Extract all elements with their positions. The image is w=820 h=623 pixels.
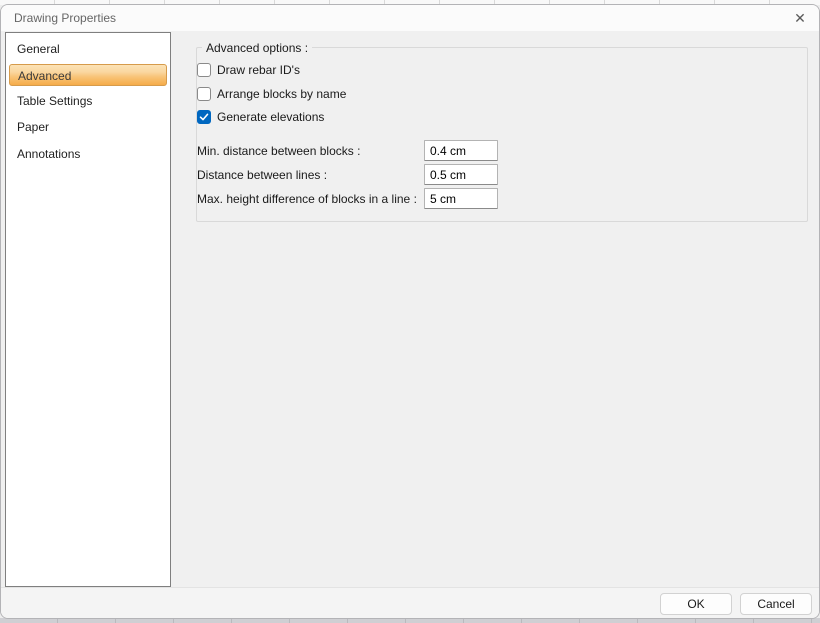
checkbox-label: Generate elevations bbox=[217, 110, 324, 124]
checkbox-label: Draw rebar ID's bbox=[217, 63, 300, 77]
title-bar: Drawing Properties ✕ bbox=[1, 5, 819, 31]
sidebar-item-table-settings[interactable]: Table Settings bbox=[6, 88, 170, 115]
dialog-title: Drawing Properties bbox=[14, 11, 116, 25]
max-height-diff-label: Max. height difference of blocks in a li… bbox=[197, 191, 417, 207]
sidebar: General Advanced Table Settings Paper An… bbox=[5, 32, 171, 587]
line-distance-input[interactable] bbox=[424, 164, 498, 185]
max-height-diff-input[interactable] bbox=[424, 188, 498, 209]
min-distance-input[interactable] bbox=[424, 140, 498, 161]
checkbox-row-draw-rebar-ids[interactable]: Draw rebar ID's bbox=[197, 62, 300, 78]
drawing-properties-dialog: Drawing Properties ✕ General Advanced Ta… bbox=[0, 4, 820, 619]
checkbox-label: Arrange blocks by name bbox=[217, 87, 346, 101]
checkmark-icon bbox=[199, 112, 209, 122]
group-title: Advanced options : bbox=[202, 40, 312, 56]
sidebar-item-annotations[interactable]: Annotations bbox=[6, 141, 170, 168]
sidebar-item-advanced[interactable]: Advanced bbox=[9, 64, 167, 86]
checkbox-row-arrange-blocks[interactable]: Arrange blocks by name bbox=[197, 86, 346, 102]
cancel-button[interactable]: Cancel bbox=[740, 593, 812, 615]
min-distance-label: Min. distance between blocks : bbox=[197, 143, 360, 159]
close-icon[interactable]: ✕ bbox=[788, 7, 812, 29]
checkbox-draw-rebar-ids[interactable] bbox=[197, 63, 211, 77]
ok-button[interactable]: OK bbox=[660, 593, 732, 615]
checkbox-row-generate-elevations[interactable]: Generate elevations bbox=[197, 109, 324, 125]
footer-bar: OK Cancel bbox=[1, 587, 819, 618]
line-distance-label: Distance between lines : bbox=[197, 167, 327, 183]
checkbox-arrange-blocks[interactable] bbox=[197, 87, 211, 101]
sidebar-item-general[interactable]: General bbox=[6, 36, 170, 63]
sidebar-item-paper[interactable]: Paper bbox=[6, 114, 170, 141]
checkbox-generate-elevations[interactable] bbox=[197, 110, 211, 124]
